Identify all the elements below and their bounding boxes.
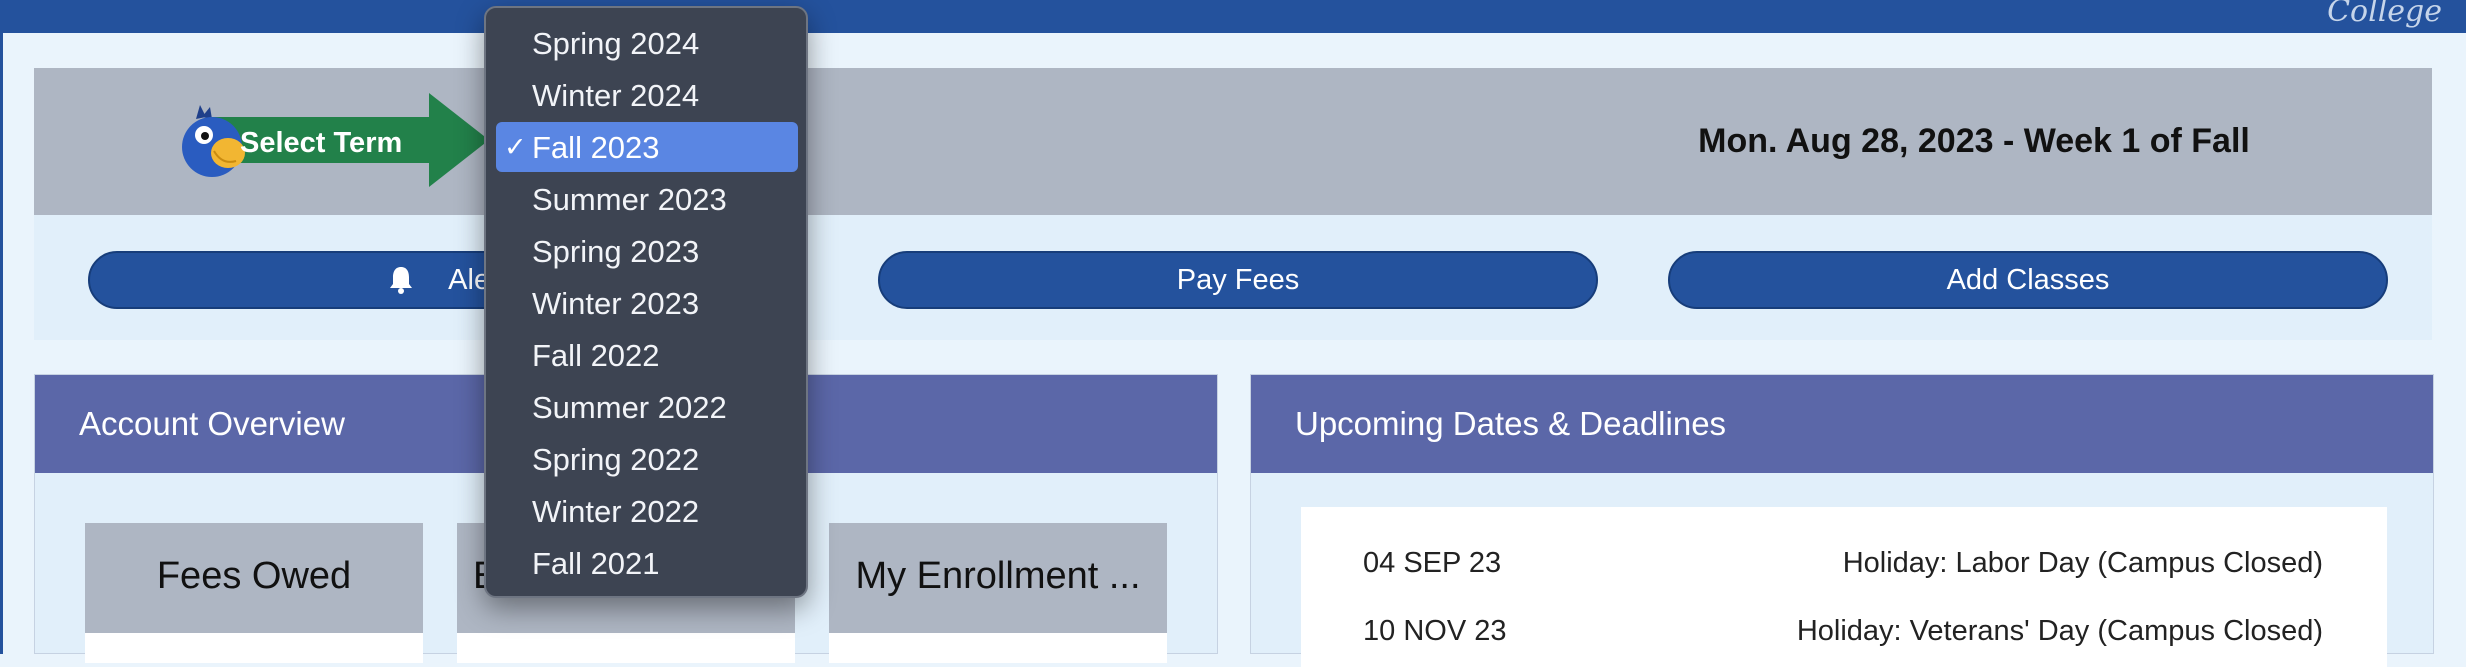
my-enrollment-card[interactable]: My Enrollment ...	[829, 523, 1167, 663]
fees-owed-card[interactable]: Fees Owed	[85, 523, 423, 663]
term-option-label: Summer 2022	[532, 390, 727, 425]
card-title: My Enrollment ...	[855, 555, 1141, 597]
term-option[interactable]: Spring 2022	[496, 434, 798, 484]
card-body	[457, 633, 795, 663]
deadline-event: Holiday: Veterans' Day (Campus Closed)	[1796, 615, 2323, 647]
card-body	[829, 633, 1167, 663]
term-option-selected[interactable]: ✓ Fall 2023	[496, 122, 798, 172]
card-title: Fees Owed	[156, 555, 352, 597]
quick-actions-strip: Alert Pay Fees Add Classes	[34, 215, 2432, 340]
current-date-week: Mon. Aug 28, 2023 - Week 1 of Fall	[1698, 122, 2250, 160]
pay-fees-label: Pay Fees	[1176, 263, 1300, 296]
upcoming-dates-title: Upcoming Dates & Deadlines	[1295, 405, 1727, 442]
term-option-label: Winter 2022	[532, 494, 700, 529]
term-option[interactable]: Winter 2024	[496, 70, 798, 120]
term-option-label: Fall 2021	[532, 546, 660, 581]
term-option[interactable]: Fall 2022	[496, 330, 798, 380]
term-option-label: Spring 2024	[532, 26, 700, 61]
bell-icon	[388, 265, 414, 295]
term-option-label: Fall 2023	[532, 130, 660, 165]
arrow-head	[429, 93, 489, 187]
upcoming-dates-header: Upcoming Dates & Deadlines	[1251, 375, 2433, 473]
term-dropdown-menu: Spring 2024 Winter 2024 ✓ Fall 2023 Summ…	[484, 6, 808, 598]
list-item[interactable]: 04 SEP 23 Holiday: Labor Day (Campus Clo…	[1301, 537, 2387, 587]
term-option[interactable]: Fall 2021	[496, 538, 798, 588]
term-option[interactable]: Winter 2022	[496, 486, 798, 536]
term-option-label: Winter 2023	[532, 286, 700, 321]
checkmark-icon: ✓	[504, 132, 527, 162]
pay-fees-button[interactable]: Pay Fees	[878, 251, 1598, 309]
term-option[interactable]: Summer 2023	[496, 174, 798, 224]
term-option[interactable]: Spring 2023	[496, 226, 798, 276]
term-option-label: Spring 2022	[532, 442, 700, 477]
deadline-date: 10 NOV 23	[1363, 615, 1507, 647]
deadline-event: Holiday: Labor Day (Campus Closed)	[1842, 547, 2323, 579]
add-classes-label: Add Classes	[1946, 263, 2110, 296]
deadline-date: 04 SEP 23	[1363, 547, 1502, 579]
term-option[interactable]: Summer 2022	[496, 382, 798, 432]
left-edge-border	[0, 33, 3, 654]
college-logo: College	[2327, 0, 2442, 29]
add-classes-button[interactable]: Add Classes	[1668, 251, 2388, 309]
account-overview-title: Account Overview	[79, 405, 345, 442]
term-selection-bar: Select Term Mon. Aug 28, 2023 - Week 1 o…	[34, 68, 2432, 220]
upcoming-dates-panel: Upcoming Dates & Deadlines 04 SEP 23 Hol…	[1250, 374, 2434, 667]
top-header-bar: College	[0, 0, 2466, 33]
term-option[interactable]: Winter 2023	[496, 278, 798, 328]
term-option[interactable]: Spring 2024	[496, 18, 798, 68]
term-option-label: Fall 2022	[532, 338, 660, 373]
term-option-label: Spring 2023	[532, 234, 700, 269]
list-item[interactable]: 10 NOV 23 Holiday: Veterans' Day (Campus…	[1301, 605, 2387, 655]
select-term-button[interactable]: Select Term	[144, 93, 504, 189]
card-body	[85, 633, 423, 663]
term-option-label: Summer 2023	[532, 182, 727, 217]
deadlines-list: 04 SEP 23 Holiday: Labor Day (Campus Clo…	[1301, 507, 2387, 667]
select-term-label: Select Term	[240, 127, 403, 159]
term-option-label: Winter 2024	[532, 78, 700, 113]
